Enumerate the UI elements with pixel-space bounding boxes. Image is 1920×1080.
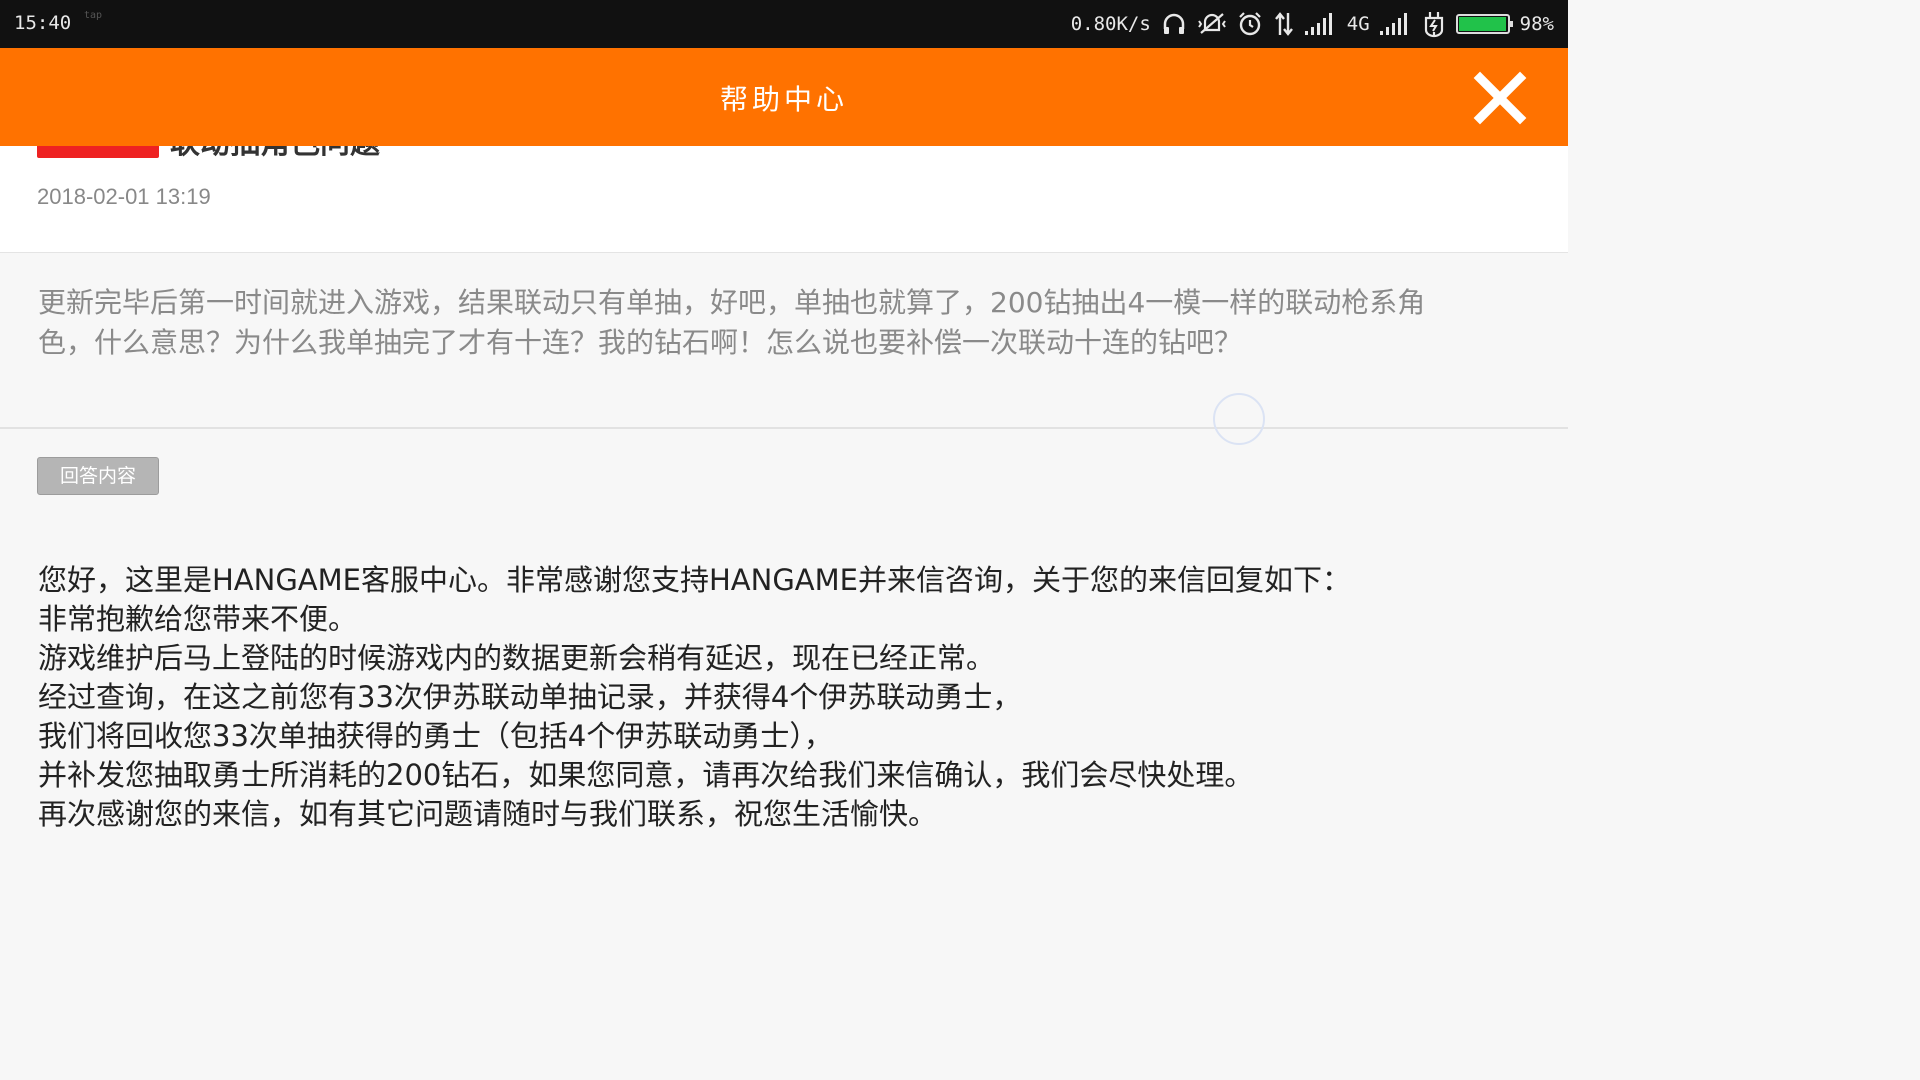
- question-text: 更新完毕后第一时间就进入游戏，结果联动只有单抽，好吧，单抽也就算了，200钻抽出…: [38, 286, 1426, 359]
- loading-spinner: [1213, 393, 1265, 445]
- page-title: 帮助中心: [719, 83, 848, 116]
- data-transfer-icon: [1273, 11, 1295, 37]
- status-time: 15:40: [14, 12, 72, 34]
- network-type: 4G: [1346, 13, 1370, 35]
- close-icon: [1473, 71, 1527, 125]
- question-header: 联动抽角色问题 2018-02-01 13:19: [0, 146, 1568, 253]
- status-badge: [37, 146, 159, 158]
- answer-tag: 回答内容: [37, 457, 159, 495]
- question-title: 联动抽角色问题: [170, 146, 380, 162]
- question-date: 2018-02-01 13:19: [37, 184, 211, 209]
- network-speed: 0.80K/s: [1070, 13, 1151, 35]
- status-bar: 15:40 tap 0.80K/s 4G 98%: [0, 0, 1568, 48]
- answer-line: 非常抱歉给您带来不便。: [38, 602, 358, 636]
- app-bar: 帮助中心: [0, 48, 1568, 146]
- battery-icon: [1455, 14, 1513, 34]
- battery-percent: 98%: [1519, 13, 1554, 35]
- battery-fill: [1458, 17, 1506, 31]
- answer-line: 我们将回收您33次单抽获得的勇士（包括4个伊苏联动勇士），: [38, 719, 833, 753]
- alarm-icon: [1237, 11, 1263, 37]
- answer-content: 您好，这里是HANGAME客服中心。非常感谢您支持HANGAME并来信咨询，关于…: [38, 561, 1418, 834]
- question-section: 更新完毕后第一时间就进入游戏，结果联动只有单抽，好吧，单抽也就算了，200钻抽出…: [0, 253, 1568, 429]
- tap-notification-label: tap: [84, 10, 103, 21]
- signal-icon: [1304, 12, 1337, 36]
- answer-line: 再次感谢您的来信，如有其它问题请随时与我们联系，祝您生活愉快。: [38, 797, 938, 831]
- answer-line: 并补发您抽取勇士所消耗的200钻石，如果您同意，请再次给我们来信确认，我们会尽快…: [38, 758, 1254, 792]
- vibrate-off-icon: [1197, 11, 1227, 37]
- answer-line: 您好，这里是HANGAME客服中心。非常感谢您支持HANGAME并来信咨询，关于…: [38, 563, 1351, 597]
- answer-line: 游戏维护后马上登陆的时候游戏内的数据更新会稍有延迟，现在已经正常。: [38, 641, 996, 675]
- power-saver-icon: [1422, 10, 1446, 38]
- close-button[interactable]: [1472, 70, 1528, 126]
- signal-icon: [1379, 12, 1412, 36]
- status-icons: 0.80K/s 4G 98%: [1071, 8, 1554, 40]
- headset-icon: [1161, 11, 1187, 37]
- answer-line: 经过查询，在这之前您有33次伊苏联动单抽记录，并获得4个伊苏联动勇士，: [38, 680, 1022, 714]
